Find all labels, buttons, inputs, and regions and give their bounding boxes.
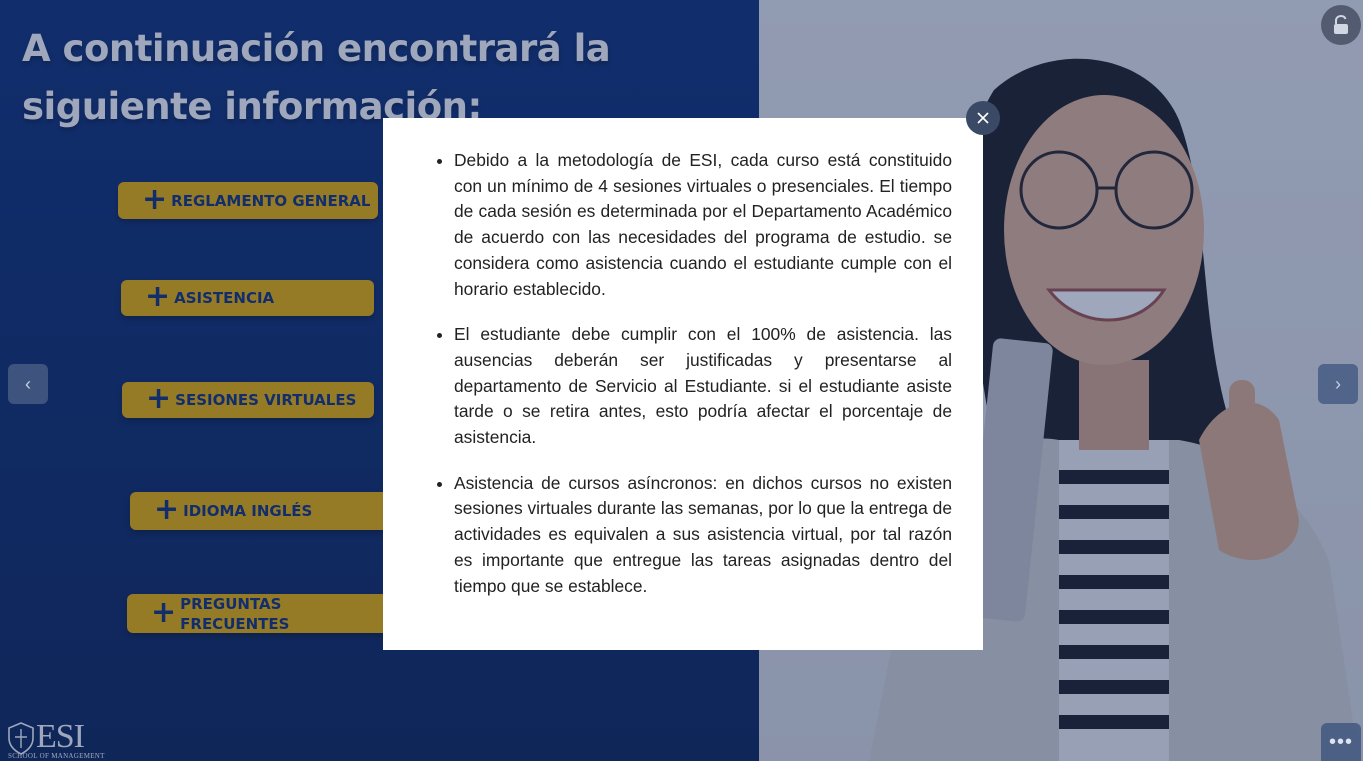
unlock-button[interactable] <box>1321 5 1361 45</box>
close-icon <box>977 112 989 124</box>
list-item: El estudiante debe cumplir con el 100% d… <box>454 322 952 451</box>
chevron-right-icon: › <box>1335 373 1341 394</box>
more-options-button[interactable]: ••• <box>1321 723 1361 761</box>
more-icon: ••• <box>1328 730 1353 753</box>
list-item: Asistencia de cursos asíncronos: en dich… <box>454 471 952 600</box>
info-list: Debido a la metodología de ESI, cada cur… <box>423 148 952 599</box>
unlock-icon <box>1334 15 1348 34</box>
list-item: Debido a la metodología de ESI, cada cur… <box>454 148 952 302</box>
modal-close-button[interactable] <box>966 101 1000 135</box>
info-modal: Debido a la metodología de ESI, cada cur… <box>383 118 983 650</box>
previous-slide-button[interactable]: ‹ <box>8 364 48 404</box>
chevron-left-icon: ‹ <box>25 373 31 394</box>
next-slide-button[interactable]: › <box>1318 364 1358 404</box>
